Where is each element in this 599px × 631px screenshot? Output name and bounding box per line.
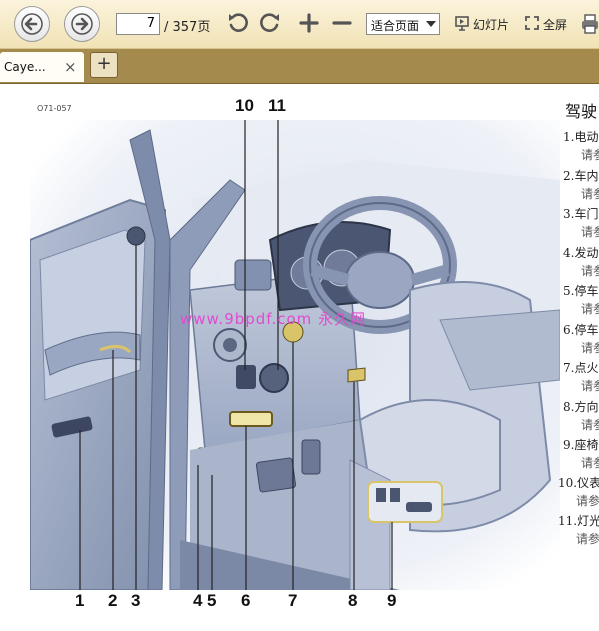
rotate-left-icon[interactable] xyxy=(226,11,250,35)
close-icon[interactable]: × xyxy=(64,58,77,76)
list-item: 2.车内请参 xyxy=(563,167,599,202)
zoom-in-icon[interactable] xyxy=(297,11,321,35)
list-sub: 请参 xyxy=(581,187,599,201)
page-total: / 357页 xyxy=(164,20,211,35)
list-item: 7.点火请参 xyxy=(563,359,599,394)
list-num: 5. xyxy=(563,284,575,298)
tab-document[interactable]: Caye... × xyxy=(0,52,84,82)
callout-7: 7 xyxy=(288,591,298,610)
list-item: 9.座椅请参 xyxy=(563,436,599,471)
zoom-out-icon[interactable] xyxy=(330,11,354,35)
new-tab-button[interactable]: + xyxy=(90,52,118,78)
callout-4: 4 xyxy=(193,591,203,610)
page-number-input[interactable]: 7 xyxy=(116,13,160,35)
chevron-down-icon xyxy=(426,21,436,27)
list-text: 方向 xyxy=(574,400,599,414)
list-text: 座椅 xyxy=(574,438,599,452)
list-item: 6.停车请参 xyxy=(563,321,599,356)
car-interior-illustration xyxy=(30,120,560,590)
list-text: 点火 xyxy=(574,361,599,375)
list-text: 停车 xyxy=(574,323,599,337)
list-num: 9. xyxy=(563,438,575,452)
callout-8: 8 xyxy=(348,591,358,610)
watermark: www.9bpdf.com 永久网 xyxy=(180,310,367,328)
callout-2: 2 xyxy=(108,591,118,610)
list-item: 10.仪表请参 xyxy=(558,474,599,509)
list-sub: 请参 xyxy=(581,379,599,393)
section-title: 驾驶 xyxy=(565,102,598,121)
list-item: 11.灯光请参 xyxy=(558,512,599,547)
back-button[interactable] xyxy=(14,6,50,42)
fullscreen-label[interactable]: 全屏 xyxy=(543,16,567,33)
callout-1: 1 xyxy=(75,591,85,610)
list-num: 11. xyxy=(558,514,578,528)
list-num: 1. xyxy=(563,130,575,144)
list-item: 1.电动请参 xyxy=(563,128,599,163)
forward-button[interactable] xyxy=(64,6,100,42)
fullscreen-icon[interactable] xyxy=(524,15,540,31)
list-text: 车内 xyxy=(574,169,599,183)
toolbar: 7 / 357页 适合页面 幻灯片 全屏 xyxy=(0,0,599,49)
list-text: 仪表 xyxy=(577,476,599,490)
list-text: 发动 xyxy=(574,246,599,260)
zoom-select[interactable]: 适合页面 xyxy=(366,13,440,35)
slideshow-label[interactable]: 幻灯片 xyxy=(473,16,509,33)
list-text: 灯光 xyxy=(577,514,599,528)
callout-11: 11 xyxy=(268,96,286,115)
list-text: 停车 xyxy=(574,284,599,298)
print-icon[interactable] xyxy=(581,14,599,34)
list-sub: 请参 xyxy=(581,418,599,432)
list-num: 4. xyxy=(563,246,575,260)
callout-3: 3 xyxy=(131,591,141,610)
rotate-right-icon[interactable] xyxy=(258,11,282,35)
arrow-left-icon xyxy=(21,13,43,35)
tab-label: Caye... xyxy=(4,60,46,74)
list-sub: 请参 xyxy=(581,264,599,278)
list-text: 车门 xyxy=(574,207,599,221)
arrow-right-icon xyxy=(71,13,93,35)
list-num: 6. xyxy=(563,323,575,337)
callout-5: 5 xyxy=(207,591,217,610)
list-sub: 请参 xyxy=(581,341,599,355)
list-num: 7. xyxy=(563,361,575,375)
list-sub: 请参 xyxy=(576,494,599,508)
list-item: 3.车门请参 xyxy=(563,205,599,240)
tab-bar: Caye... × + xyxy=(0,49,599,84)
list-item: 4.发动请参 xyxy=(563,244,599,279)
slideshow-icon[interactable] xyxy=(454,15,470,31)
document-page: O71-057 10 11 1 2 3 4 5 6 7 8 9 www.9bpd… xyxy=(0,84,599,631)
list-item: 5.停车请参 xyxy=(563,282,599,317)
list-num: 3. xyxy=(563,207,575,221)
list-num: 10. xyxy=(558,476,578,490)
list-sub: 请参 xyxy=(581,302,599,316)
list-num: 2. xyxy=(563,169,575,183)
callout-9: 9 xyxy=(387,591,397,610)
list-sub: 请参 xyxy=(581,148,599,162)
list-sub: 请参 xyxy=(576,532,599,546)
list-num: 8. xyxy=(563,400,575,414)
list-text: 电动 xyxy=(574,130,599,144)
list-sub: 请参 xyxy=(581,225,599,239)
callout-6: 6 xyxy=(241,591,251,610)
list-sub: 请参 xyxy=(581,456,599,470)
list-item: 8.方向请参 xyxy=(563,398,599,433)
figure-code: O71-057 xyxy=(37,104,72,113)
callout-10: 10 xyxy=(235,96,254,115)
zoom-select-value: 适合页面 xyxy=(371,19,420,33)
